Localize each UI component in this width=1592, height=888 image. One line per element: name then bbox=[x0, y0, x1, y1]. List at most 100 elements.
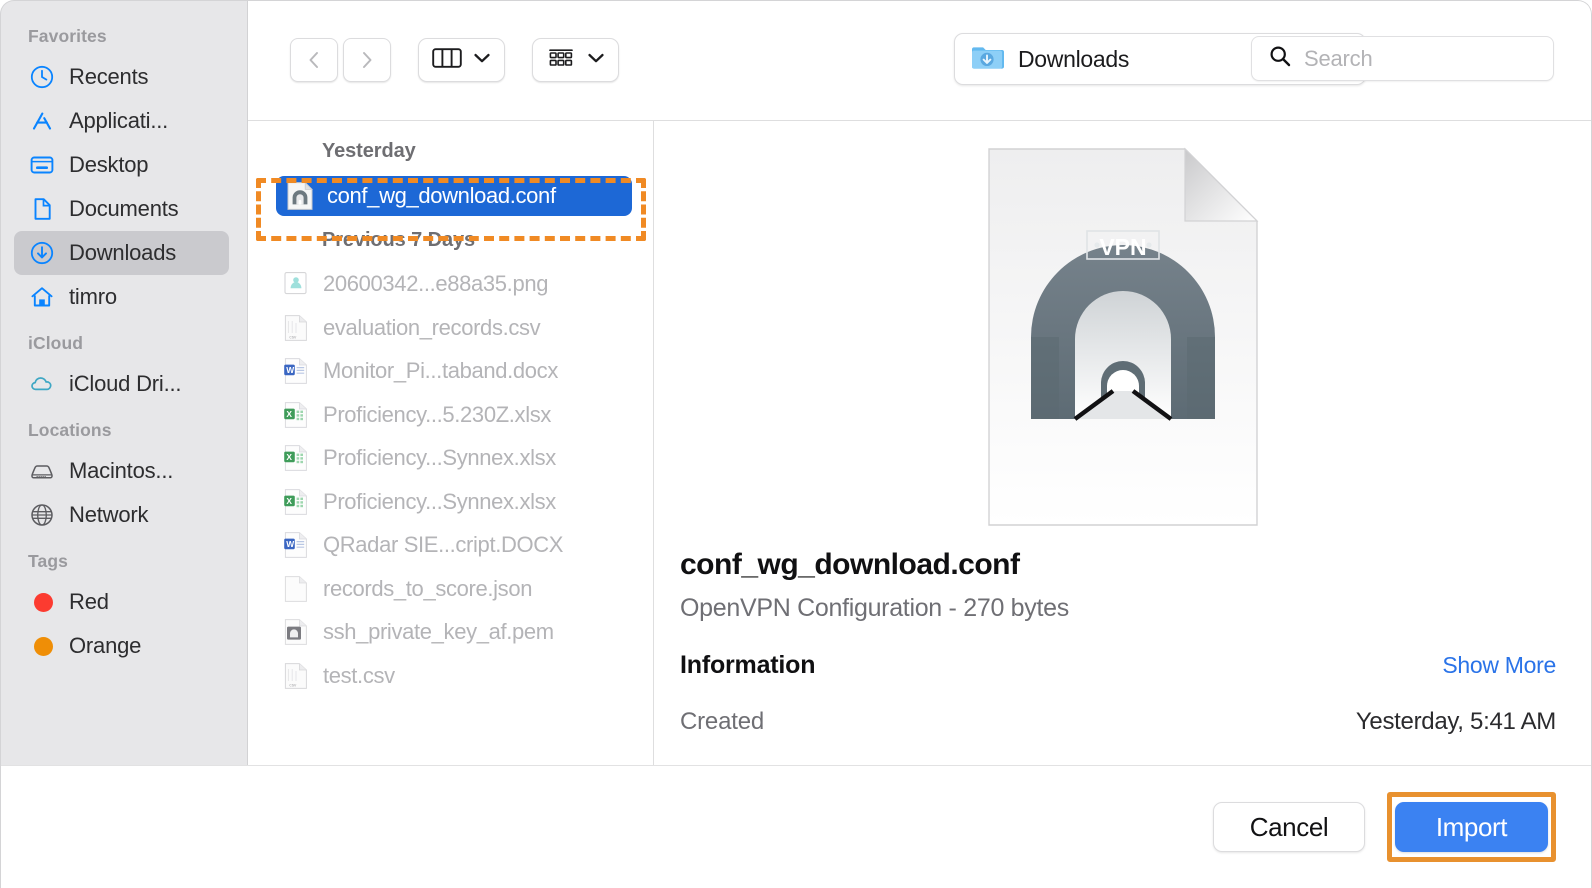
globe-icon bbox=[28, 502, 55, 529]
vpn-document-preview-icon: VPN bbox=[979, 143, 1267, 536]
file-list: Yesterday conf_wg_download.conf Previous… bbox=[248, 121, 654, 765]
svg-text:W: W bbox=[286, 365, 294, 375]
toolbar: Downloads bbox=[248, 0, 1592, 120]
sidebar-item-label: Desktop bbox=[69, 152, 149, 177]
information-row: Information Show More bbox=[680, 651, 1556, 680]
preview-file-name: conf_wg_download.conf bbox=[680, 548, 1020, 581]
file-row[interactable]: X Proficiency...5.230Z.xlsx bbox=[248, 393, 653, 437]
sidebar-item-label: Applicati... bbox=[69, 108, 169, 133]
word-icon: W bbox=[282, 530, 310, 560]
file-name: records_to_score.json bbox=[323, 575, 533, 601]
column-view-icon bbox=[432, 46, 462, 75]
selected-file-pill[interactable]: conf_wg_download.conf bbox=[276, 175, 632, 216]
file-row[interactable]: W QRadar SIE...cript.DOCX bbox=[248, 524, 653, 568]
svg-text:W: W bbox=[286, 539, 294, 549]
main-area: Downloads Yesterday bbox=[248, 0, 1592, 765]
sidebar-group-title: Favorites bbox=[28, 26, 107, 46]
downloads-icon bbox=[28, 240, 55, 267]
excel-icon: X bbox=[282, 443, 310, 473]
file-row[interactable]: W Monitor_Pi...taband.docx bbox=[248, 350, 653, 394]
sidebar-item-label: Network bbox=[69, 502, 149, 527]
import-button[interactable]: Import bbox=[1395, 802, 1548, 852]
sidebar: Favorites Recents Applicati... Desktop D… bbox=[0, 0, 248, 765]
meta-value: Yesterday, 5:41 AM bbox=[1355, 708, 1556, 735]
chevron-down-icon bbox=[473, 51, 491, 69]
applications-icon bbox=[28, 108, 55, 135]
file-row[interactable]: records_to_score.json bbox=[248, 567, 653, 611]
sidebar-item-icloud-drive[interactable]: iCloud Dri... bbox=[14, 362, 229, 406]
content-area: Yesterday conf_wg_download.conf Previous… bbox=[248, 120, 1592, 765]
preview-pane: VPN conf_wg_download.conf OpenVPN Config… bbox=[654, 121, 1592, 765]
file-name: Proficiency...Synnex.xlsx bbox=[323, 445, 556, 471]
window-body: Favorites Recents Applicati... Desktop D… bbox=[0, 0, 1592, 765]
sidebar-item-label: Downloads bbox=[69, 240, 177, 265]
clock-icon bbox=[28, 64, 55, 91]
sidebar-group-tags: Tags Red Orange bbox=[0, 551, 247, 668]
meta-row-created: Created Yesterday, 5:41 AM bbox=[680, 708, 1556, 736]
preview-file-kind-size: OpenVPN Configuration - 270 bytes bbox=[680, 594, 1069, 622]
file-row[interactable]: X Proficiency...Synnex.xlsx bbox=[248, 437, 653, 481]
sidebar-item-documents[interactable]: Documents bbox=[14, 187, 229, 231]
nav-buttons bbox=[290, 38, 391, 82]
chevron-left-icon bbox=[304, 49, 324, 71]
sidebar-item-downloads[interactable]: Downloads bbox=[14, 231, 229, 275]
cancel-button[interactable]: Cancel bbox=[1213, 802, 1365, 852]
file-row[interactable]: ssh_private_key_af.pem bbox=[248, 611, 653, 655]
sidebar-item-recents[interactable]: Recents bbox=[14, 55, 229, 99]
sidebar-group-title: iCloud bbox=[28, 333, 84, 353]
chevron-right-icon bbox=[357, 49, 377, 71]
file-name: conf_wg_download.conf bbox=[327, 182, 556, 208]
tag-dot-icon bbox=[28, 633, 55, 660]
meta-key: Created bbox=[680, 708, 764, 735]
sidebar-item-label: Red bbox=[69, 589, 109, 614]
back-button[interactable] bbox=[290, 38, 338, 82]
sidebar-item-network[interactable]: Network bbox=[14, 493, 229, 537]
sidebar-item-label: timro bbox=[69, 284, 117, 309]
sidebar-item-label: iCloud Dri... bbox=[69, 371, 182, 396]
search-input[interactable] bbox=[1304, 45, 1524, 72]
sidebar-item-desktop[interactable]: Desktop bbox=[14, 143, 229, 187]
sidebar-group-locations: Locations Macintos... Network bbox=[0, 420, 247, 537]
show-more-link[interactable]: Show More bbox=[1442, 652, 1556, 679]
sidebar-item-label: Orange bbox=[69, 633, 142, 658]
file-name: Proficiency...5.230Z.xlsx bbox=[323, 401, 552, 427]
sidebar-item-tag-red[interactable]: Red bbox=[14, 580, 229, 624]
file-info-block: conf_wg_download.conf OpenVPN Configurat… bbox=[654, 548, 1592, 736]
vpn-config-icon bbox=[286, 181, 314, 211]
sidebar-item-applications[interactable]: Applicati... bbox=[14, 99, 229, 143]
word-icon: W bbox=[282, 356, 310, 386]
file-name: ssh_private_key_af.pem bbox=[323, 619, 554, 645]
file-name: 20600342...e88a35.png bbox=[323, 271, 549, 297]
sidebar-item-macintosh-hd[interactable]: Macintos... bbox=[14, 449, 229, 493]
dialog-button-bar: Cancel Import bbox=[0, 765, 1592, 888]
file-row[interactable]: X Proficiency...Synnex.xlsx bbox=[248, 480, 653, 524]
pem-icon bbox=[282, 617, 310, 647]
file-row[interactable]: csv test.csv bbox=[248, 654, 653, 698]
file-row[interactable]: csv evaluation_records.csv bbox=[248, 306, 653, 350]
svg-text:X: X bbox=[286, 452, 292, 462]
file-row-selected[interactable]: conf_wg_download.conf bbox=[248, 174, 653, 218]
file-picker-window: Favorites Recents Applicati... Desktop D… bbox=[0, 0, 1592, 888]
plain-doc-icon bbox=[282, 574, 310, 604]
file-row[interactable]: 20600342...e88a35.png bbox=[248, 263, 653, 307]
file-name: test.csv bbox=[323, 662, 395, 688]
vpn-label: VPN bbox=[1099, 234, 1146, 260]
excel-icon: X bbox=[282, 400, 310, 430]
cloud-icon bbox=[28, 371, 55, 398]
group-by-button[interactable] bbox=[532, 38, 619, 82]
sidebar-item-tag-orange[interactable]: Orange bbox=[14, 624, 229, 668]
file-name: evaluation_records.csv bbox=[323, 314, 541, 340]
sidebar-item-timro[interactable]: timro bbox=[14, 275, 229, 319]
sidebar-group-icloud: iCloud iCloud Dri... bbox=[0, 333, 247, 406]
svg-text:csv: csv bbox=[289, 682, 297, 687]
document-icon bbox=[28, 196, 55, 223]
svg-text:X: X bbox=[286, 496, 292, 506]
view-mode-button[interactable] bbox=[418, 38, 505, 82]
sidebar-group-title: Tags bbox=[28, 551, 68, 571]
file-name: Proficiency...Synnex.xlsx bbox=[323, 488, 556, 514]
forward-button[interactable] bbox=[343, 38, 391, 82]
tag-dot-icon bbox=[28, 589, 55, 616]
search-field[interactable] bbox=[1251, 36, 1554, 81]
svg-text:csv: csv bbox=[289, 334, 297, 339]
home-icon bbox=[28, 284, 55, 311]
